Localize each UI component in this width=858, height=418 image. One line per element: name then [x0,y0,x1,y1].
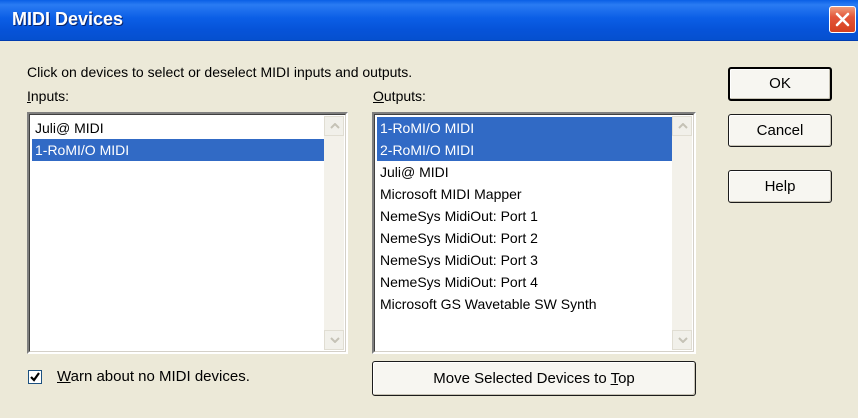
inputs-list-item[interactable]: Juli@ MIDI [32,117,324,139]
outputs-scroll-up-button[interactable] [672,116,692,136]
inputs-label: Inputs: [27,88,70,104]
outputs-list-item[interactable]: 2-RoMI/O MIDI [377,139,672,161]
chevron-down-icon [678,337,688,343]
help-button[interactable]: Help [728,170,832,203]
outputs-list-item[interactable]: Juli@ MIDI [377,161,672,183]
outputs-scroll-down-button[interactable] [672,330,692,350]
close-icon [835,12,850,27]
chevron-down-icon [330,337,340,343]
instructions-text: Click on devices to select or deselect M… [27,64,413,80]
inputs-scroll-down-button[interactable] [324,330,344,350]
warn-checkbox[interactable] [28,370,42,384]
outputs-list-item[interactable]: 1-RoMI/O MIDI [377,117,672,139]
outputs-scrollbar[interactable] [672,116,692,350]
chevron-up-icon [330,123,340,129]
outputs-list-item[interactable]: Microsoft MIDI Mapper [377,183,672,205]
outputs-listbox[interactable]: 1-RoMI/O MIDI 2-RoMI/O MIDI Juli@ MIDI Micr… [372,112,696,354]
outputs-list-item[interactable]: NemeSys MidiOut: Port 4 [377,271,672,293]
title-bar[interactable]: MIDI Devices [0,0,858,41]
outputs-list-item[interactable]: NemeSys MidiOut: Port 1 [377,205,672,227]
close-button[interactable] [829,6,856,33]
inputs-scrollbar[interactable] [324,116,344,350]
inputs-list-item[interactable]: 1-RoMI/O MIDI [32,139,324,161]
inputs-scroll-up-button[interactable] [324,116,344,136]
window-title: MIDI Devices [12,9,124,29]
warn-checkbox-label[interactable]: Warn about no MIDI devices. [57,368,250,385]
ok-button[interactable]: OK [728,67,832,101]
inputs-items: Juli@ MIDI 1-RoMI/O MIDI [32,117,324,161]
checkmark-icon [30,372,40,382]
inputs-listbox[interactable]: Juli@ MIDI 1-RoMI/O MIDI [27,112,348,354]
outputs-list-item[interactable]: NemeSys MidiOut: Port 2 [377,227,672,249]
outputs-items: 1-RoMI/O MIDI 2-RoMI/O MIDI Juli@ MIDI Micr… [377,117,672,315]
outputs-label: Outputs: [373,88,426,104]
chevron-up-icon [678,123,688,129]
cancel-button[interactable]: Cancel [728,114,832,147]
outputs-list-item[interactable]: NemeSys MidiOut: Port 3 [377,249,672,271]
midi-devices-dialog: MIDI Devices Click on devices to select … [0,0,858,418]
outputs-list-item[interactable]: Microsoft GS Wavetable SW Synth [377,293,672,315]
move-selected-to-top-button[interactable]: Move Selected Devices to Top [372,361,696,396]
